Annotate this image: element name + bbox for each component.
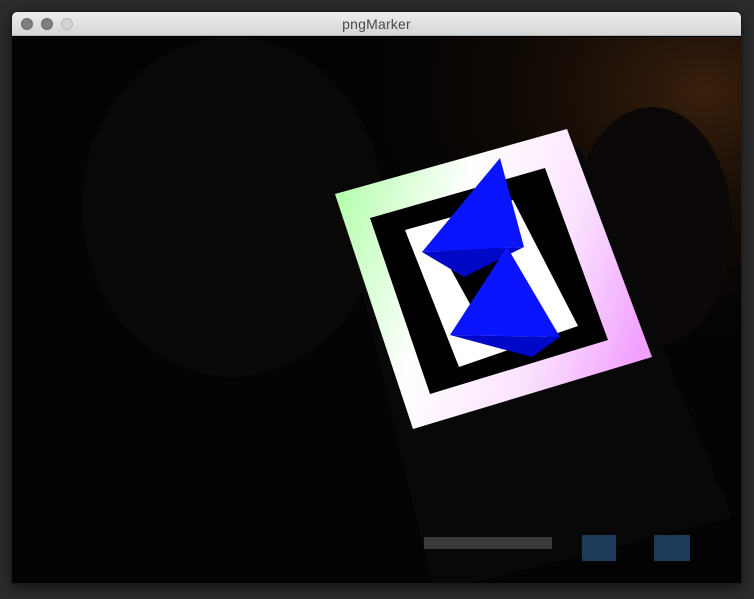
app-window: pngMarker	[12, 12, 741, 583]
title-bar[interactable]: pngMarker	[12, 12, 741, 36]
device-thumbnail-left	[582, 535, 616, 561]
device-dock	[424, 537, 552, 549]
background-figure	[82, 37, 382, 377]
window-title: pngMarker	[342, 16, 411, 32]
ar-scene	[12, 37, 741, 583]
camera-viewport	[12, 37, 741, 583]
device-thumbnail-right	[654, 535, 690, 561]
